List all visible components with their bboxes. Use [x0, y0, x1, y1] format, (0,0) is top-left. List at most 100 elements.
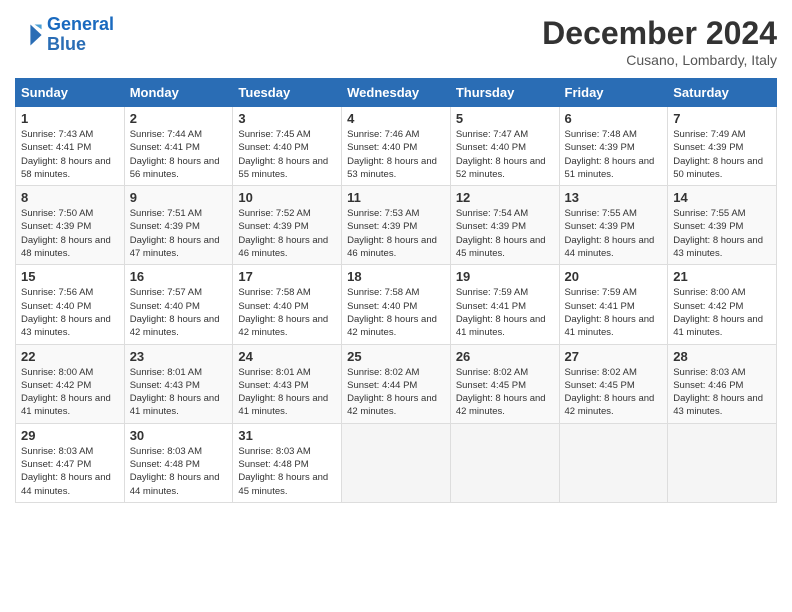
day-number: 14: [673, 190, 771, 205]
day-number: 13: [565, 190, 663, 205]
calendar-cell: 19Sunrise: 7:59 AMSunset: 4:41 PMDayligh…: [450, 265, 559, 344]
day-number: 16: [130, 269, 228, 284]
calendar-row: 1 Sunrise: 7:43 AMSunset: 4:41 PMDaylight…: [16, 107, 777, 186]
day-number: 17: [238, 269, 336, 284]
calendar-cell: 16 Sunrise: 7:57 AMSunset: 4:40 PMDayligh…: [124, 265, 233, 344]
calendar-row: 8Sunrise: 7:50 AMSunset: 4:39 PMDaylight…: [16, 186, 777, 265]
day-number: 26: [456, 349, 554, 364]
calendar-cell: 5 Sunrise: 7:47 AMSunset: 4:40 PMDaylight…: [450, 107, 559, 186]
day-info: Sunrise: 7:58 AMSunset: 4:40 PMDaylight:…: [238, 286, 336, 339]
location-subtitle: Cusano, Lombardy, Italy: [542, 52, 777, 68]
col-tuesday: Tuesday: [233, 79, 342, 107]
day-info: Sunrise: 8:03 AMSunset: 4:47 PMDaylight:…: [21, 445, 119, 498]
calendar-cell: 11 Sunrise: 7:53 AMSunset: 4:39 PMDayligh…: [342, 186, 451, 265]
col-monday: Monday: [124, 79, 233, 107]
calendar-cell: 17 Sunrise: 7:58 AMSunset: 4:40 PMDayligh…: [233, 265, 342, 344]
day-info: Sunrise: 7:55 AMSunset: 4:39 PMDaylight:…: [673, 207, 771, 260]
header: General Blue December 2024 Cusano, Lomba…: [15, 15, 777, 68]
day-info: Sunrise: 7:59 AMSunset: 4:41 PMDaylight:…: [565, 286, 663, 339]
title-block: December 2024 Cusano, Lombardy, Italy: [542, 15, 777, 68]
day-info: Sunrise: 8:00 AMSunset: 4:42 PMDaylight:…: [673, 286, 771, 339]
day-number: 10: [238, 190, 336, 205]
day-info: Sunrise: 8:03 AMSunset: 4:48 PMDaylight:…: [130, 445, 228, 498]
day-number: 22: [21, 349, 119, 364]
col-wednesday: Wednesday: [342, 79, 451, 107]
day-number: 15: [21, 269, 119, 284]
day-number: 6: [565, 111, 663, 126]
calendar-cell: 8Sunrise: 7:50 AMSunset: 4:39 PMDaylight…: [16, 186, 125, 265]
day-number: 1: [21, 111, 119, 126]
day-number: 9: [130, 190, 228, 205]
day-number: 25: [347, 349, 445, 364]
calendar-cell: [668, 423, 777, 502]
day-info: Sunrise: 8:02 AMSunset: 4:44 PMDaylight:…: [347, 366, 445, 419]
calendar-cell: 23 Sunrise: 8:01 AMSunset: 4:43 PMDayligh…: [124, 344, 233, 423]
day-info: Sunrise: 7:53 AMSunset: 4:39 PMDaylight:…: [347, 207, 445, 260]
logo-text: General Blue: [47, 15, 114, 55]
calendar-cell: 18Sunrise: 7:58 AMSunset: 4:40 PMDayligh…: [342, 265, 451, 344]
day-info: Sunrise: 8:01 AMSunset: 4:43 PMDaylight:…: [130, 366, 228, 419]
day-number: 28: [673, 349, 771, 364]
calendar-cell: 31 Sunrise: 8:03 AMSunset: 4:48 PMDayligh…: [233, 423, 342, 502]
calendar-cell: 27 Sunrise: 8:02 AMSunset: 4:45 PMDayligh…: [559, 344, 668, 423]
day-info: Sunrise: 8:03 AMSunset: 4:46 PMDaylight:…: [673, 366, 771, 419]
calendar-row: 22 Sunrise: 8:00 AMSunset: 4:42 PMDayligh…: [16, 344, 777, 423]
day-info: Sunrise: 8:02 AMSunset: 4:45 PMDaylight:…: [565, 366, 663, 419]
calendar-cell: 25 Sunrise: 8:02 AMSunset: 4:44 PMDayligh…: [342, 344, 451, 423]
calendar-cell: 1 Sunrise: 7:43 AMSunset: 4:41 PMDaylight…: [16, 107, 125, 186]
day-info: Sunrise: 7:55 AMSunset: 4:39 PMDaylight:…: [565, 207, 663, 260]
calendar-cell: 29 Sunrise: 8:03 AMSunset: 4:47 PMDayligh…: [16, 423, 125, 502]
day-info: Sunrise: 7:51 AMSunset: 4:39 PMDaylight:…: [130, 207, 228, 260]
col-saturday: Saturday: [668, 79, 777, 107]
day-info: Sunrise: 7:54 AMSunset: 4:39 PMDaylight:…: [456, 207, 554, 260]
calendar-row: 29 Sunrise: 8:03 AMSunset: 4:47 PMDayligh…: [16, 423, 777, 502]
calendar-cell: 20Sunrise: 7:59 AMSunset: 4:41 PMDayligh…: [559, 265, 668, 344]
calendar-cell: 4Sunrise: 7:46 AMSunset: 4:40 PMDaylight…: [342, 107, 451, 186]
calendar-cell: 15Sunrise: 7:56 AMSunset: 4:40 PMDayligh…: [16, 265, 125, 344]
day-number: 24: [238, 349, 336, 364]
col-thursday: Thursday: [450, 79, 559, 107]
calendar-cell: 7Sunrise: 7:49 AMSunset: 4:39 PMDaylight…: [668, 107, 777, 186]
day-info: Sunrise: 7:50 AMSunset: 4:39 PMDaylight:…: [21, 207, 119, 260]
calendar-cell: [342, 423, 451, 502]
day-number: 31: [238, 428, 336, 443]
day-number: 30: [130, 428, 228, 443]
calendar-cell: 14 Sunrise: 7:55 AMSunset: 4:39 PMDayligh…: [668, 186, 777, 265]
day-number: 2: [130, 111, 228, 126]
day-number: 12: [456, 190, 554, 205]
day-number: 21: [673, 269, 771, 284]
calendar-cell: 6 Sunrise: 7:48 AMSunset: 4:39 PMDaylight…: [559, 107, 668, 186]
day-info: Sunrise: 7:46 AMSunset: 4:40 PMDaylight:…: [347, 128, 445, 181]
day-info: Sunrise: 8:00 AMSunset: 4:42 PMDaylight:…: [21, 366, 119, 419]
calendar-cell: 2Sunrise: 7:44 AMSunset: 4:41 PMDaylight…: [124, 107, 233, 186]
day-info: Sunrise: 7:58 AMSunset: 4:40 PMDaylight:…: [347, 286, 445, 339]
col-sunday: Sunday: [16, 79, 125, 107]
day-number: 29: [21, 428, 119, 443]
logo-icon: [15, 21, 43, 49]
day-number: 23: [130, 349, 228, 364]
day-info: Sunrise: 7:48 AMSunset: 4:39 PMDaylight:…: [565, 128, 663, 181]
calendar-cell: 13 Sunrise: 7:55 AMSunset: 4:39 PMDayligh…: [559, 186, 668, 265]
calendar-cell: 21 Sunrise: 8:00 AMSunset: 4:42 PMDayligh…: [668, 265, 777, 344]
day-info: Sunrise: 8:02 AMSunset: 4:45 PMDaylight:…: [456, 366, 554, 419]
calendar-cell: [559, 423, 668, 502]
day-info: Sunrise: 7:57 AMSunset: 4:40 PMDaylight:…: [130, 286, 228, 339]
calendar-cell: 12 Sunrise: 7:54 AMSunset: 4:39 PMDayligh…: [450, 186, 559, 265]
header-row: Sunday Monday Tuesday Wednesday Thursday…: [16, 79, 777, 107]
day-info: Sunrise: 7:45 AMSunset: 4:40 PMDaylight:…: [238, 128, 336, 181]
day-info: Sunrise: 7:47 AMSunset: 4:40 PMDaylight:…: [456, 128, 554, 181]
day-info: Sunrise: 7:43 AMSunset: 4:41 PMDaylight:…: [21, 128, 119, 181]
day-info: Sunrise: 8:03 AMSunset: 4:48 PMDaylight:…: [238, 445, 336, 498]
day-number: 19: [456, 269, 554, 284]
day-number: 5: [456, 111, 554, 126]
day-number: 11: [347, 190, 445, 205]
col-friday: Friday: [559, 79, 668, 107]
calendar-cell: 22 Sunrise: 8:00 AMSunset: 4:42 PMDayligh…: [16, 344, 125, 423]
day-number: 27: [565, 349, 663, 364]
calendar-row: 15Sunrise: 7:56 AMSunset: 4:40 PMDayligh…: [16, 265, 777, 344]
day-number: 7: [673, 111, 771, 126]
day-info: Sunrise: 8:01 AMSunset: 4:43 PMDaylight:…: [238, 366, 336, 419]
calendar-cell: 28 Sunrise: 8:03 AMSunset: 4:46 PMDayligh…: [668, 344, 777, 423]
calendar-cell: 10Sunrise: 7:52 AMSunset: 4:39 PMDayligh…: [233, 186, 342, 265]
logo: General Blue: [15, 15, 114, 55]
